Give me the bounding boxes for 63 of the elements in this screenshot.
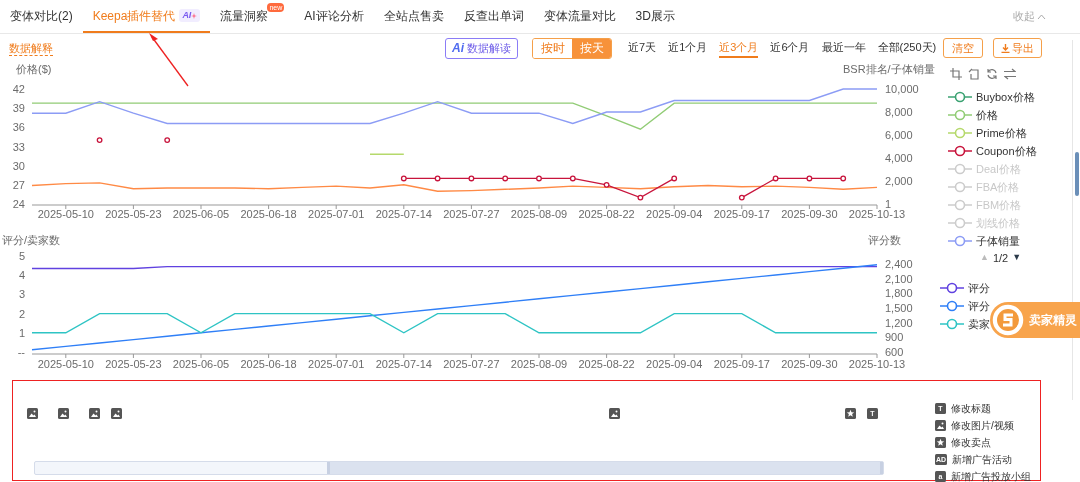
axis-tick-label: 2025-07-14 bbox=[375, 358, 432, 370]
axis-tick-label: 1 bbox=[18, 326, 25, 339]
axis-tick-label: 1,200 bbox=[885, 316, 913, 329]
axis-tick-label: 2,000 bbox=[885, 175, 913, 187]
axis-tick-label: 2025-08-09 bbox=[510, 358, 568, 370]
axis-tick-label: 2025-09-04 bbox=[646, 358, 703, 370]
axis-tick-label: 24 bbox=[12, 198, 25, 210]
axis-tick-label: 10,000 bbox=[885, 83, 919, 95]
axis-tick-label: 2025-06-05 bbox=[172, 358, 230, 370]
axis-title: 评分数 bbox=[868, 234, 901, 246]
axis-tick-label: 2025-06-18 bbox=[240, 358, 297, 370]
page-indicator: 1/2 bbox=[992, 250, 1009, 266]
axis-tick-label: 4 bbox=[18, 269, 25, 282]
axis-tick-label: 3 bbox=[18, 288, 25, 301]
axis-tick-label: 2025-06-18 bbox=[240, 208, 297, 220]
ai-badge: AI bbox=[179, 8, 201, 23]
axis-tick-label: 2025-08-22 bbox=[578, 358, 635, 370]
axis-tick-label: 900 bbox=[885, 331, 904, 344]
axis-tick-label: 8,000 bbox=[885, 106, 913, 118]
axis-tick-label: 42 bbox=[12, 83, 25, 95]
axis-tick-label: 2025-08-09 bbox=[510, 208, 568, 220]
axis-tick-label: 2025-07-14 bbox=[375, 208, 432, 220]
axis-tick-label: 2025-05-23 bbox=[105, 208, 162, 220]
axis-tick-label: 39 bbox=[12, 102, 25, 115]
axis-tick-label: 36 bbox=[12, 121, 25, 134]
axis-tick-label: 2025-09-17 bbox=[713, 208, 770, 220]
axis-tick-label: 1,500 bbox=[885, 302, 913, 314]
axis-tick-label: 2025-10-13 bbox=[848, 208, 906, 220]
axis-tick-label: 1 bbox=[885, 198, 892, 210]
axis-tick-label: 2025-07-27 bbox=[443, 208, 500, 220]
axis-tick-label: 2025-08-22 bbox=[578, 208, 635, 220]
axis-tick-label: 2025-07-01 bbox=[308, 358, 365, 370]
axis-tick-label: 2025-05-23 bbox=[105, 358, 162, 370]
axis-tick-label: 2025-05-10 bbox=[37, 358, 94, 370]
legend-label: 新增广告活动 bbox=[952, 453, 1013, 467]
axis-tick-label: 2025-09-30 bbox=[781, 208, 838, 220]
axis-tick-label: 2025-05-10 bbox=[37, 208, 94, 220]
legend-label: 修改标题 bbox=[951, 402, 991, 416]
axis-tick-label: 2025-06-05 bbox=[172, 208, 230, 220]
axis-tick-label: 27 bbox=[12, 178, 25, 191]
axis-tick-label: 2,100 bbox=[885, 272, 913, 285]
axis-tick-label: 600 bbox=[885, 346, 904, 358]
legend-label: 修改图片/视频 bbox=[951, 419, 1014, 433]
axis-tick-label: 5 bbox=[18, 250, 25, 262]
axis-tick-label: 4,000 bbox=[885, 152, 913, 164]
axis-tick-label: 2025-07-01 bbox=[308, 208, 365, 220]
legend-label: 新增广告投放小组 bbox=[951, 470, 1031, 482]
axis-tick-label: 2025-09-30 bbox=[781, 358, 838, 370]
axis-tick-label: 2025-09-17 bbox=[713, 358, 770, 370]
axis-tick-label: 2025-07-27 bbox=[443, 358, 500, 370]
axis-tick-label: 1,800 bbox=[885, 287, 913, 300]
axis-tick-label: 2025-09-04 bbox=[646, 208, 703, 220]
axis-tick-label: 33 bbox=[12, 140, 25, 153]
axis-title: BSR排名/子体销量 bbox=[843, 63, 935, 75]
axis-tick-label: 6,000 bbox=[885, 129, 913, 141]
axis-tick-label: 2 bbox=[18, 307, 25, 320]
legend-label: 修改卖点 bbox=[951, 436, 991, 450]
axis-tick-label: -- bbox=[17, 346, 25, 358]
axis-tick-label: 30 bbox=[12, 159, 25, 172]
axis-tick-label: 2,400 bbox=[885, 258, 913, 270]
axis-title: 评分/卖家数 bbox=[2, 234, 61, 246]
axis-tick-label: 2025-10-13 bbox=[848, 358, 906, 370]
axis-title: 价格($) bbox=[16, 63, 52, 75]
